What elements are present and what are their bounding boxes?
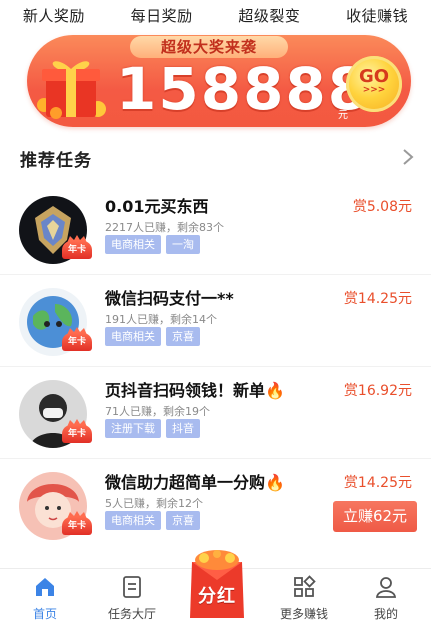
task-tags: 电商相关 京喜 (105, 511, 200, 530)
gift-box-icon (37, 61, 106, 119)
task-tag: 电商相关 (105, 511, 161, 530)
task-item[interactable]: 年卡 页抖音扫码领钱！新单🔥 71人已赚，剩余19个 注册下载 抖音 赏16.9… (0, 367, 431, 459)
apps-grid-icon (294, 575, 316, 597)
task-tag: 一淘 (166, 235, 200, 254)
task-reward: 赏5.08元 (352, 199, 412, 215)
go-icon: GO (358, 66, 390, 87)
task-meta: 71人已赚，剩余19个 (105, 405, 210, 418)
task-tags: 电商相关 一淘 (105, 235, 200, 254)
task-title: 微信扫码支付一** (105, 289, 234, 308)
task-meta: 2217人已赚，剩余83个 (105, 221, 224, 234)
nav-home-label: 首页 (32, 607, 57, 621)
task-tags: 注册下载 抖音 (105, 419, 200, 438)
task-tag: 电商相关 (105, 327, 161, 346)
nav-more-earn-label: 更多赚钱 (279, 607, 328, 621)
task-tags: 电商相关 京喜 (105, 327, 200, 346)
year-card-badge: 年卡 (62, 517, 92, 535)
go-button[interactable]: GO >>> (346, 56, 402, 112)
task-item[interactable]: 年卡 微信助力超简单一分购🔥 5人已赚，剩余12个 电商相关 京喜 赏14.25… (0, 459, 431, 551)
year-card-badge: 年卡 (62, 425, 92, 443)
task-title: 微信助力超简单一分购🔥 (105, 473, 285, 492)
year-card-badge: 年卡 (62, 241, 92, 259)
task-tag: 电商相关 (105, 235, 161, 254)
earn-now-button[interactable]: 立赚62元 (333, 501, 417, 532)
task-title: 页抖音扫码领钱！新单🔥 (105, 381, 285, 400)
task-reward: 赏16.92元 (343, 383, 412, 399)
nav-tasks-hall-label: 任务大厅 (107, 607, 156, 621)
jackpot-amount: 158888 (116, 55, 371, 123)
task-item[interactable]: 年卡 微信扫码支付一** 191人已赚，剩余14个 电商相关 京喜 赏14.25… (0, 275, 431, 367)
task-reward: 赏14.25元 (343, 475, 412, 491)
task-meta: 5人已赚，剩余12个 (105, 497, 203, 510)
home-icon (36, 578, 54, 596)
nav-tasks-hall[interactable]: 任务大厅 (92, 569, 172, 625)
dividend-button[interactable]: 分红 (186, 548, 248, 622)
task-tag: 京喜 (166, 327, 200, 346)
task-item[interactable]: 年卡 0.01元买东西 2217人已赚，剩余83个 电商相关 一淘 赏5.08元 (0, 183, 431, 275)
task-reward: 赏14.25元 (343, 291, 412, 307)
nav-home[interactable]: 首页 (5, 569, 85, 625)
section-title: 推荐任务 (20, 151, 92, 171)
top-nav-newcomer-reward[interactable]: 新人奖励 (23, 5, 85, 26)
task-title: 0.01元买东西 (105, 197, 209, 216)
year-card-badge: 年卡 (62, 333, 92, 351)
nav-more-earn[interactable]: 更多赚钱 (264, 569, 344, 625)
dividend-label: 分红 (198, 586, 236, 607)
jackpot-unit: 元 (338, 110, 348, 121)
nav-mine-label: 我的 (373, 607, 398, 621)
top-nav: 新人奖励 每日奖励 超级裂变 收徒赚钱 (0, 0, 431, 30)
task-tag: 注册下载 (105, 419, 161, 438)
task-tag: 京喜 (166, 511, 200, 530)
user-icon (375, 577, 397, 598)
top-nav-daily-reward[interactable]: 每日奖励 (131, 5, 193, 26)
top-nav-recruit-earn[interactable]: 收徒赚钱 (346, 5, 408, 26)
task-meta: 191人已赚，剩余14个 (105, 313, 217, 326)
task-tag: 抖音 (166, 419, 200, 438)
task-list-icon (123, 576, 141, 598)
chevron-right-icon[interactable] (402, 148, 414, 166)
top-nav-super-fission[interactable]: 超级裂变 (238, 5, 300, 26)
go-arrows: >>> (362, 85, 386, 95)
nav-mine[interactable]: 我的 (346, 569, 426, 625)
